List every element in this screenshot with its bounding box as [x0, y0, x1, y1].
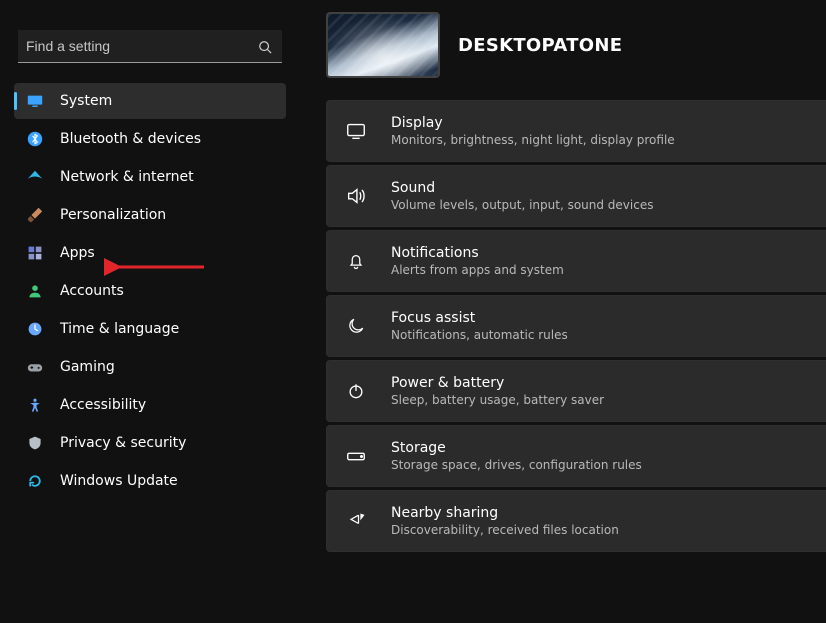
share-icon: [345, 510, 367, 532]
card-title: Storage: [391, 440, 642, 456]
sidebar-item-label: Network & internet: [60, 169, 194, 185]
card-text: Storage Storage space, drives, configura…: [391, 440, 642, 472]
sidebar-item-label: Windows Update: [60, 473, 178, 489]
shield-icon: [26, 434, 44, 452]
card-text: Sound Volume levels, output, input, soun…: [391, 180, 653, 212]
sidebar-item-label: Gaming: [60, 359, 115, 375]
gamepad-icon: [26, 358, 44, 376]
card-text: Nearby sharing Discoverability, received…: [391, 505, 619, 537]
sidebar-item-label: Privacy & security: [60, 435, 186, 451]
sidebar-item-gaming[interactable]: Gaming: [14, 349, 286, 385]
sidebar-item-label: System: [60, 93, 112, 109]
card-storage[interactable]: Storage Storage space, drives, configura…: [326, 425, 826, 487]
card-subtitle: Sleep, battery usage, battery saver: [391, 393, 604, 407]
sidebar-item-label: Accessibility: [60, 397, 146, 413]
monitor-icon: [26, 92, 44, 110]
desktop-wallpaper-thumb[interactable]: [326, 12, 440, 78]
search-container: [18, 30, 282, 63]
card-text: Display Monitors, brightness, night ligh…: [391, 115, 675, 147]
card-text: Power & battery Sleep, battery usage, ba…: [391, 375, 604, 407]
sidebar-item-label: Bluetooth & devices: [60, 131, 201, 147]
card-title: Notifications: [391, 245, 564, 261]
card-subtitle: Volume levels, output, input, sound devi…: [391, 198, 653, 212]
card-focus-assist[interactable]: Focus assist Notifications, automatic ru…: [326, 295, 826, 357]
card-title: Sound: [391, 180, 653, 196]
sidebar-item-label: Time & language: [60, 321, 179, 337]
wifi-icon: [26, 168, 44, 186]
update-icon: [26, 472, 44, 490]
moon-icon: [345, 315, 367, 337]
card-title: Power & battery: [391, 375, 604, 391]
display-card-icon: [345, 120, 367, 142]
card-nearby-sharing[interactable]: Nearby sharing Discoverability, received…: [326, 490, 826, 552]
brush-icon: [26, 206, 44, 224]
search-icon: [258, 40, 272, 54]
card-subtitle: Discoverability, received files location: [391, 523, 619, 537]
device-name: DESKTOPATONE: [458, 35, 622, 56]
power-icon: [345, 380, 367, 402]
card-subtitle: Monitors, brightness, night light, displ…: [391, 133, 675, 147]
card-sound[interactable]: Sound Volume levels, output, input, soun…: [326, 165, 826, 227]
sidebar-item-bluetooth-devices[interactable]: Bluetooth & devices: [14, 121, 286, 157]
drive-icon: [345, 445, 367, 467]
device-header: DESKTOPATONE: [300, 12, 826, 100]
sound-card-icon: [345, 185, 367, 207]
sidebar-item-network-internet[interactable]: Network & internet: [14, 159, 286, 195]
search-input[interactable]: [18, 30, 282, 63]
sidebar-item-label: Accounts: [60, 283, 124, 299]
settings-sidebar: System Bluetooth & devices Network & int…: [0, 0, 300, 623]
sidebar-item-apps[interactable]: Apps: [14, 235, 286, 271]
card-subtitle: Storage space, drives, configuration rul…: [391, 458, 642, 472]
apps-icon: [26, 244, 44, 262]
card-title: Nearby sharing: [391, 505, 619, 521]
sidebar-nav: System Bluetooth & devices Network & int…: [0, 83, 300, 501]
card-title: Focus assist: [391, 310, 568, 326]
sidebar-item-windows-update[interactable]: Windows Update: [14, 463, 286, 499]
card-notifications[interactable]: Notifications Alerts from apps and syste…: [326, 230, 826, 292]
sidebar-item-time-language[interactable]: Time & language: [14, 311, 286, 347]
bluetooth-icon: [26, 130, 44, 148]
card-text: Focus assist Notifications, automatic ru…: [391, 310, 568, 342]
sidebar-item-personalization[interactable]: Personalization: [14, 197, 286, 233]
sidebar-item-accounts[interactable]: Accounts: [14, 273, 286, 309]
sidebar-item-accessibility[interactable]: Accessibility: [14, 387, 286, 423]
person-icon: [26, 282, 44, 300]
bell-icon: [345, 250, 367, 272]
card-subtitle: Notifications, automatic rules: [391, 328, 568, 342]
card-subtitle: Alerts from apps and system: [391, 263, 564, 277]
card-power-battery[interactable]: Power & battery Sleep, battery usage, ba…: [326, 360, 826, 422]
sidebar-item-label: Personalization: [60, 207, 166, 223]
sidebar-item-system[interactable]: System: [14, 83, 286, 119]
sidebar-item-label: Apps: [60, 245, 95, 261]
card-text: Notifications Alerts from apps and syste…: [391, 245, 564, 277]
system-cards: Display Monitors, brightness, night ligh…: [300, 100, 826, 552]
accessibility-icon: [26, 396, 44, 414]
clock-icon: [26, 320, 44, 338]
sidebar-item-privacy-security[interactable]: Privacy & security: [14, 425, 286, 461]
settings-main: DESKTOPATONE Display Monitors, brightnes…: [300, 0, 826, 623]
card-title: Display: [391, 115, 675, 131]
card-display[interactable]: Display Monitors, brightness, night ligh…: [326, 100, 826, 162]
